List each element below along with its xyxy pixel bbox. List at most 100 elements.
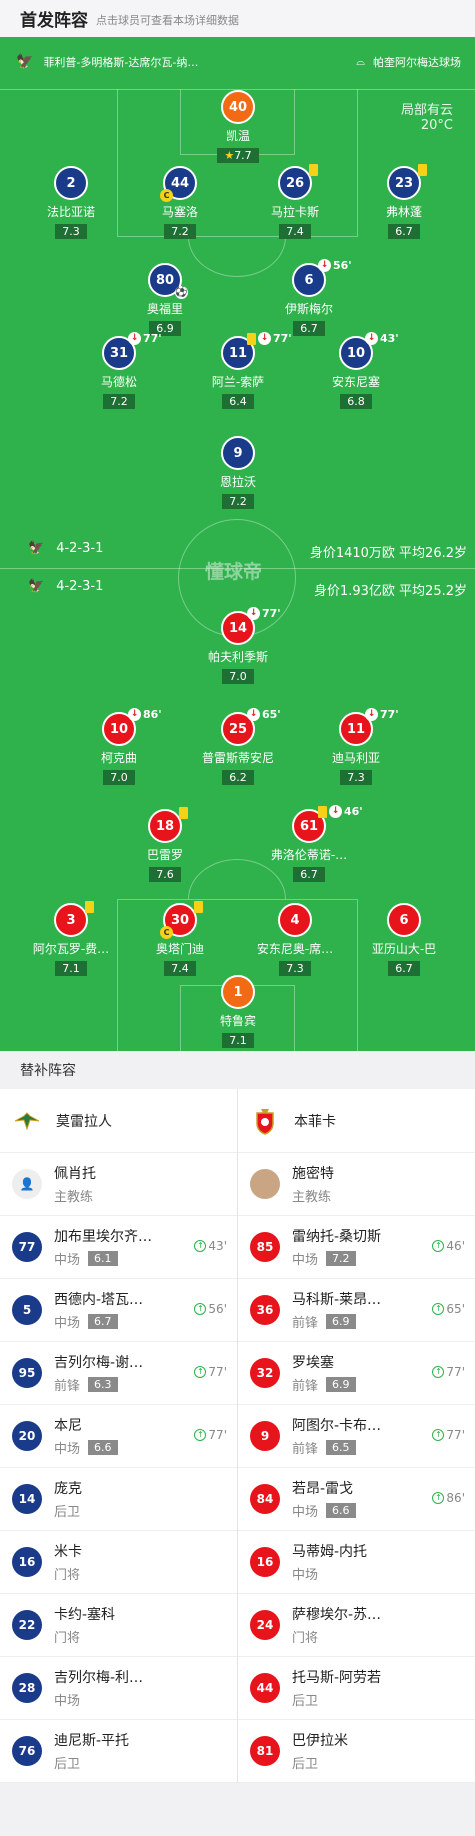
player-number: 44 C	[160, 166, 197, 202]
sub-off-icon: ↓	[365, 708, 378, 721]
sub-on-marker: ↑ 65'	[432, 1302, 465, 1316]
subs-panel: 莫雷拉人 👤 佩肖托 主教练 77 加布里埃尔齐… 中场 6.1 ↑ 43' 5 西德内-塔瓦……	[0, 1089, 475, 1783]
player-number: 24	[250, 1610, 280, 1640]
player-rating: 7.2	[326, 1251, 356, 1266]
away-formation: 🦅 4-2-3-1	[28, 541, 103, 556]
sub-on-marker: ↑ 86'	[432, 1491, 465, 1505]
player-card[interactable]: 30 C 奥塔门迪 7.4	[125, 901, 235, 976]
player-name: 米卡	[54, 1544, 82, 1560]
player-number: 10 ↓ 43'	[339, 332, 399, 370]
sub-player-row[interactable]: 36 马科斯-莱昂… 前锋 6.9 ↑ 65'	[238, 1279, 475, 1342]
player-rating: 7.3	[55, 224, 87, 239]
home-formation: 🦅 4-2-3-1	[28, 579, 103, 594]
player-card[interactable]: 9 恩拉沃 7.2	[183, 436, 293, 509]
sub-player-row[interactable]: 22 卡约-塞科 门将	[0, 1594, 237, 1657]
player-position-line: 后卫	[292, 1753, 400, 1772]
player-number: 11 ↓ 77'	[339, 708, 399, 746]
sub-player-row[interactable]: 85 雷纳托-桑切斯 中场 7.2 ↑ 46'	[238, 1216, 475, 1279]
player-number: 44	[250, 1673, 280, 1703]
sub-on-icon: ↑	[432, 1429, 445, 1441]
sub-player-row[interactable]: 32 罗埃塞 前锋 6.9 ↑ 77'	[238, 1342, 475, 1405]
sub-player-row[interactable]: 24 萨穆埃尔-苏… 门将	[238, 1594, 475, 1657]
player-name: 卡约-塞科	[54, 1607, 116, 1623]
player-name: 马拉卡斯	[270, 205, 319, 219]
player-position: 后卫	[54, 1505, 81, 1520]
player-card[interactable]: 18 巴雷罗 7.6	[110, 807, 220, 882]
sub-player-row[interactable]: 81 巴伊拉米 后卫	[238, 1720, 475, 1783]
number-text: 26	[285, 175, 305, 191]
captain-icon: C	[160, 189, 173, 202]
sub-player-row[interactable]: 77 加布里埃尔齐… 中场 6.1 ↑ 43'	[0, 1216, 237, 1279]
player-card[interactable]: 11 ↓ 77' 阿兰-索萨 6.4	[183, 332, 293, 409]
sub-player-row[interactable]: 76 迪尼斯-平托 后卫	[0, 1720, 237, 1783]
sub-minute: 77'	[262, 607, 281, 620]
player-name: 迪尼斯-平托	[54, 1733, 130, 1749]
player-card[interactable]: 6 亚历山大-巴 6.7	[349, 903, 459, 976]
player-card[interactable]: 40 凯温 ★7.7	[183, 90, 293, 163]
player-card[interactable]: 44 C 马塞洛 7.2	[125, 166, 235, 239]
player-rating: 6.7	[388, 961, 420, 976]
player-position: 后卫	[54, 1757, 81, 1772]
player-position-line: 前锋 6.9	[292, 1312, 400, 1331]
player-number: 28	[12, 1673, 42, 1703]
player-card[interactable]: 4 安东尼奥-席… 7.3	[240, 903, 350, 976]
sub-minute: 86'	[446, 1491, 465, 1505]
sub-minute: 77'	[446, 1428, 465, 1442]
home-squad-value: 身价1.93亿欧 平均25.2岁	[313, 584, 467, 599]
sub-player-row[interactable]: 14 庞克 后卫	[0, 1468, 237, 1531]
player-number: 14	[12, 1484, 42, 1514]
sub-player-row[interactable]: 44 托马斯-阿劳若 后卫	[238, 1657, 475, 1720]
coach-row[interactable]: 👤 佩肖托 主教练	[0, 1153, 237, 1216]
sub-minute: 43'	[380, 332, 399, 345]
player-rating: 6.6	[326, 1503, 356, 1518]
sub-player-row[interactable]: 20 本尼 中场 6.6 ↑ 77'	[0, 1405, 237, 1468]
coach-row[interactable]: 施密特 主教练	[238, 1153, 475, 1216]
player-card[interactable]: 3 阿尔瓦罗-费… 7.1	[16, 901, 126, 976]
team-name: 莫雷拉人	[56, 1113, 112, 1130]
sub-player-row[interactable]: 16 米卡 门将	[0, 1531, 237, 1594]
coach-avatar-icon	[250, 1169, 280, 1199]
player-card[interactable]: 10 ↓ 43' 安东尼塞 6.8	[301, 332, 411, 409]
player-card[interactable]: 11 ↓ 77' 迪马利亚 7.3	[301, 708, 411, 785]
player-rating: 6.9	[326, 1314, 356, 1329]
player-name: 安东尼奥-席…	[256, 942, 334, 956]
player-card[interactable]: 1 特鲁宾 7.1	[183, 975, 293, 1048]
player-position-line: 前锋 6.9	[292, 1375, 400, 1394]
player-name: 帕夫利季斯	[207, 650, 268, 664]
player-position-line: 中场 7.2	[292, 1249, 400, 1268]
player-card[interactable]: 61 ↓ 46' 弗洛伦蒂诺-… 6.7	[254, 805, 364, 882]
player-position-line: 中场	[292, 1564, 400, 1583]
coach-name: 施密特	[292, 1166, 334, 1182]
player-card[interactable]: 25 ↓ 65' 普雷斯蒂安尼 6.2	[183, 708, 293, 785]
player-number: 95	[12, 1358, 42, 1388]
player-card[interactable]: 2 法比亚诺 7.3	[16, 166, 126, 239]
player-number: 3	[54, 901, 94, 937]
player-card[interactable]: 23 弗林蓬 6.7	[349, 164, 459, 239]
sub-player-row[interactable]: 9 阿图尔-卡布… 前锋 6.5 ↑ 77'	[238, 1405, 475, 1468]
player-name: 本尼	[54, 1418, 82, 1434]
player-rating: 7.1	[222, 1033, 254, 1048]
player-name: 恩拉沃	[219, 475, 256, 489]
sub-player-row[interactable]: 84 若昂-雷戈 中场 6.6 ↑ 86'	[238, 1468, 475, 1531]
sub-player-row[interactable]: 16 马蒂姆-内托 中场	[238, 1531, 475, 1594]
sub-player-row[interactable]: 28 吉列尔梅-利… 中场	[0, 1657, 237, 1720]
player-card[interactable]: 31 ↓ 77' 马德松 7.2	[64, 332, 174, 409]
player-number: 20	[12, 1421, 42, 1451]
temperature-text: 20°C	[420, 118, 453, 133]
coach-avatar-icon: 👤	[12, 1169, 42, 1199]
moreirense-crest-icon	[12, 1106, 42, 1136]
sub-player-row[interactable]: 95 吉列尔梅-谢… 前锋 6.3 ↑ 77'	[0, 1342, 237, 1405]
player-card[interactable]: 80 ⚽ 奥福里 6.9	[110, 263, 220, 336]
sub-player-row[interactable]: 5 西德内-塔瓦… 中场 6.7 ↑ 56'	[0, 1279, 237, 1342]
team-row: 本菲卡	[238, 1089, 475, 1153]
player-card[interactable]: 10 ↓ 86' 柯克曲 7.0	[64, 708, 174, 785]
player-position: 前锋	[292, 1442, 319, 1457]
home-subs-column: 本菲卡 施密特 主教练 85 雷纳托-桑切斯 中场 7.2 ↑ 46' 36 马科斯-莱昂… 前锋…	[237, 1089, 475, 1783]
player-card[interactable]: 14 ↓ 77' 帕夫利季斯 7.0	[183, 607, 293, 684]
player-card[interactable]: 26 马拉卡斯 7.4	[240, 164, 350, 239]
player-name: 西德内-塔瓦…	[54, 1292, 144, 1308]
player-rating: 6.8	[340, 394, 372, 409]
player-rating: 7.1	[55, 961, 87, 976]
player-card[interactable]: 6 ↓ 56' 伊斯梅尔 6.7	[254, 259, 364, 336]
player-name: 柯克曲	[100, 751, 137, 765]
